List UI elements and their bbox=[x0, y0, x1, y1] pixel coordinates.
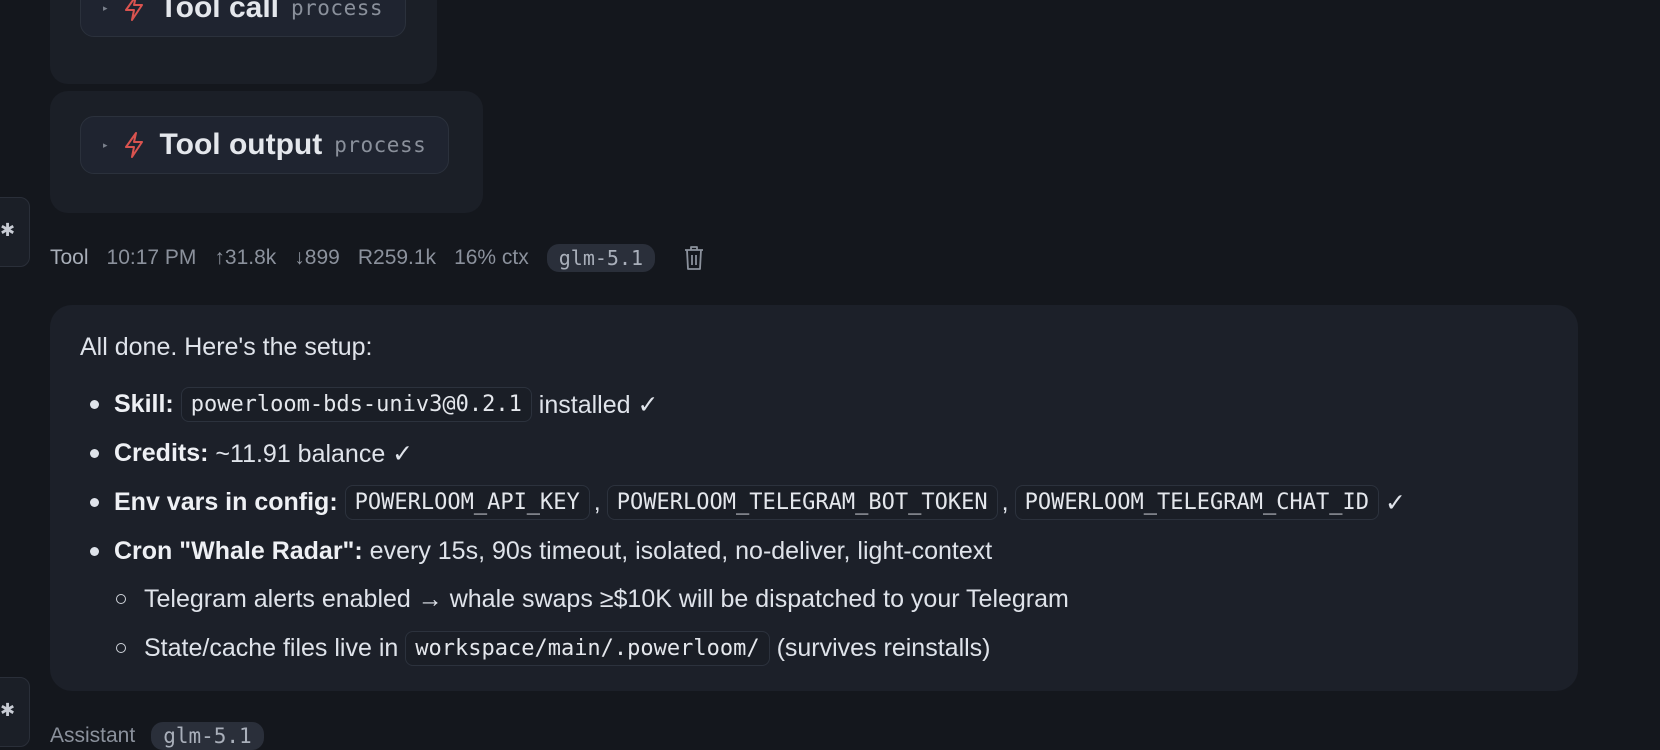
cron-value: every 15s, 90s timeout, isolated, no-del… bbox=[362, 537, 993, 565]
telegram-note: Telegram alerts enabled → whale swaps ≥$… bbox=[144, 585, 1069, 613]
list-item-env: Env vars in config: POWERLOOM_API_KEY , … bbox=[80, 478, 1560, 527]
side-panel-toggle-2[interactable]: ✱ bbox=[0, 677, 30, 747]
lightning-icon bbox=[124, 0, 143, 21]
expand-caret-icon: ▸ bbox=[103, 2, 108, 13]
setup-list: Skill: powerloom-bds-univ3@0.2.1 install… bbox=[80, 380, 1560, 576]
tool-output-title: Tool output bbox=[159, 128, 323, 161]
lightning-icon bbox=[124, 132, 143, 158]
tool-call-title: Tool call bbox=[159, 0, 279, 24]
credits-value: ~11.91 balance ✓ bbox=[208, 439, 414, 468]
tool-call-toggle[interactable]: ▸ Tool call process bbox=[80, 0, 407, 37]
state-note-post: (survives reinstalls) bbox=[769, 634, 991, 662]
skill-status: installed ✓ bbox=[531, 390, 659, 419]
side-panel-toggle[interactable]: ✱ bbox=[0, 197, 30, 267]
message-time: 10:17 PM bbox=[106, 246, 197, 269]
tool-call-tag: process bbox=[291, 0, 384, 20]
tool-output-toggle[interactable]: ▸ Tool output process bbox=[80, 116, 450, 174]
next-message-meta: Assistant glm-5.1 bbox=[50, 722, 264, 750]
tool-output-card: ▸ Tool output process bbox=[50, 91, 483, 213]
tool-call-card: ▸ Tool call process bbox=[50, 0, 437, 84]
cron-label: Cron "Whale Radar": bbox=[114, 537, 363, 565]
sub-item-state: State/cache files live in workspace/main… bbox=[114, 624, 1069, 673]
cron-sublist: Telegram alerts enabled → whale swaps ≥$… bbox=[114, 575, 1069, 673]
skill-code: powerloom-bds-univ3@0.2.1 bbox=[180, 387, 532, 422]
sub-item-telegram: Telegram alerts enabled → whale swaps ≥$… bbox=[114, 575, 1069, 624]
env-sep-2: , bbox=[1001, 488, 1009, 516]
env-var-1: POWERLOOM_API_KEY bbox=[344, 485, 590, 520]
expand-caret-icon: ▸ bbox=[103, 139, 108, 150]
env-label: Env vars in config: bbox=[114, 488, 338, 516]
skill-label: Skill: bbox=[114, 390, 174, 418]
state-note-pre: State/cache files live in bbox=[144, 634, 406, 662]
tokens-read: R259.1k bbox=[357, 246, 437, 269]
message-role: Tool bbox=[50, 246, 89, 269]
model-badge: glm-5.1 bbox=[546, 244, 656, 272]
list-item-skill: Skill: powerloom-bds-univ3@0.2.1 install… bbox=[80, 380, 1560, 429]
trash-icon[interactable] bbox=[683, 245, 705, 271]
list-item-credits: Credits: ~11.91 balance ✓ bbox=[80, 429, 1560, 478]
env-sep-1: , bbox=[593, 488, 601, 516]
message-meta: Tool 10:17 PM ↑31.8k ↓899 R259.1k 16% ct… bbox=[50, 240, 705, 276]
tokens-down: ↓899 bbox=[294, 246, 340, 269]
assistant-message-bubble: All done. Here's the setup: Skill: power… bbox=[50, 305, 1578, 691]
list-item-cron: Cron "Whale Radar": every 15s, 90s timeo… bbox=[80, 527, 1560, 576]
gear-icon: ✱ bbox=[0, 220, 16, 240]
env-check: ✓ bbox=[1384, 488, 1406, 517]
context-usage: 16% ctx bbox=[454, 246, 529, 269]
credits-label: Credits: bbox=[114, 439, 209, 467]
env-var-3: POWERLOOM_TELEGRAM_CHAT_ID bbox=[1014, 485, 1379, 520]
env-var-2: POWERLOOM_TELEGRAM_BOT_TOKEN bbox=[606, 485, 998, 520]
next-model-badge: glm-5.1 bbox=[151, 722, 264, 750]
tool-output-tag: process bbox=[334, 133, 427, 157]
pin-icon: ✱ bbox=[0, 700, 16, 720]
tokens-up: ↑31.8k bbox=[214, 246, 277, 269]
state-path-code: workspace/main/.powerloom/ bbox=[405, 631, 770, 666]
message-intro: All done. Here's the setup: bbox=[80, 333, 373, 361]
next-message-role: Assistant bbox=[50, 724, 136, 747]
